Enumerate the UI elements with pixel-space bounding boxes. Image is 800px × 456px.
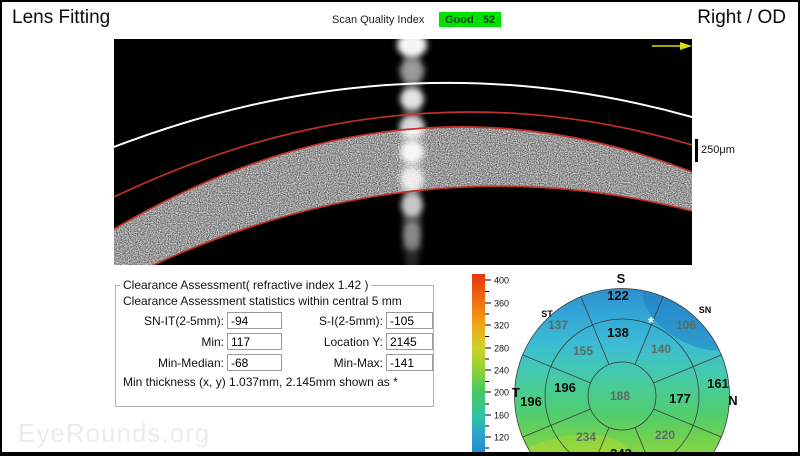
map-value-inner-n: 177 <box>669 391 691 406</box>
clearance-panel-subtitle: Clearance Assessment statistics within c… <box>123 294 402 308</box>
colorbar-tick: 200 <box>494 388 509 398</box>
map-value-outer-n: 161 <box>707 376 729 391</box>
oct-scan-image <box>114 39 692 265</box>
min-median-label: Min-Median: <box>157 356 224 370</box>
colorbar-tick: 160 <box>494 411 509 421</box>
axis-label-superior-nasal: SN <box>699 305 712 315</box>
colorbar-tick: 280 <box>494 344 509 354</box>
min-field[interactable] <box>227 333 282 350</box>
map-value-inner-s: 138 <box>607 325 629 340</box>
location-y-field[interactable] <box>386 333 433 350</box>
min-thickness-marker: * <box>648 315 655 332</box>
watermark: EyeRounds.org <box>18 418 211 448</box>
colorbar-tick: 360 <box>494 299 509 309</box>
map-value-inner-it: 234 <box>576 430 596 444</box>
sn-it-field[interactable] <box>227 312 282 329</box>
colorbar-tick: 120 <box>494 433 509 443</box>
min-label: Min: <box>201 335 224 349</box>
map-value-outer-sn: 106 <box>676 318 696 332</box>
map-value-center: 188 <box>610 389 630 403</box>
scan-quality-badge: Good 52 <box>439 12 501 27</box>
min-median-field[interactable] <box>227 354 282 371</box>
s-i-field[interactable] <box>386 312 433 329</box>
scan-quality-score: 52 <box>482 13 495 26</box>
min-max-label: Min-Max: <box>333 356 383 370</box>
min-max-field[interactable] <box>386 354 433 371</box>
scale-bar <box>695 139 698 162</box>
page-title: Lens Fitting <box>12 7 111 28</box>
lens-fitting-window: Lens Fitting Scan Quality Index Good 52 … <box>0 0 800 456</box>
scan-quality-status: Good <box>445 13 474 26</box>
laterality-label: Right / OD <box>697 7 786 28</box>
min-thickness-note: Min thickness (x, y) 1.037mm, 2.145mm sh… <box>123 375 398 389</box>
map-value-inner-st: 155 <box>573 344 593 358</box>
s-i-label: S-I(2-5mm): <box>319 314 383 328</box>
clearance-assessment-panel: Clearance Assessment( refractive index 1… <box>115 278 434 407</box>
axis-label-superior: S <box>617 271 626 286</box>
colorbar-tick: 320 <box>494 321 509 331</box>
location-y-label: Location Y: <box>323 335 383 349</box>
colorbar: 400 360 320 280 240 200 160 120 <box>472 274 509 452</box>
colorbar-tick: 240 <box>494 366 509 376</box>
map-value-inner-t: 196 <box>554 380 576 395</box>
scale-bar-label: 250μm <box>701 144 735 156</box>
sector-map: S ST SN T N 122 137 106 196 161 138 155 … <box>512 271 738 456</box>
map-value-outer-s: 122 <box>607 288 629 303</box>
sn-it-label: SN-IT(2-5mm): <box>144 314 224 328</box>
axis-label-temporal: T <box>512 385 520 400</box>
clearance-map: 400 360 320 280 240 200 160 120 S ST SN … <box>472 271 738 456</box>
map-value-inner-sn: 140 <box>651 342 671 356</box>
map-value-inner-i: 243 <box>610 446 632 456</box>
colorbar-tick: 400 <box>494 276 509 286</box>
scan-quality-label: Scan Quality Index <box>332 14 425 26</box>
axis-label-nasal: N <box>728 393 737 408</box>
map-value-outer-t: 196 <box>520 394 542 409</box>
map-value-outer-st: 137 <box>548 318 568 332</box>
map-value-inner-in: 220 <box>655 428 675 442</box>
clearance-panel-title: Clearance Assessment( refractive index 1… <box>120 278 372 292</box>
